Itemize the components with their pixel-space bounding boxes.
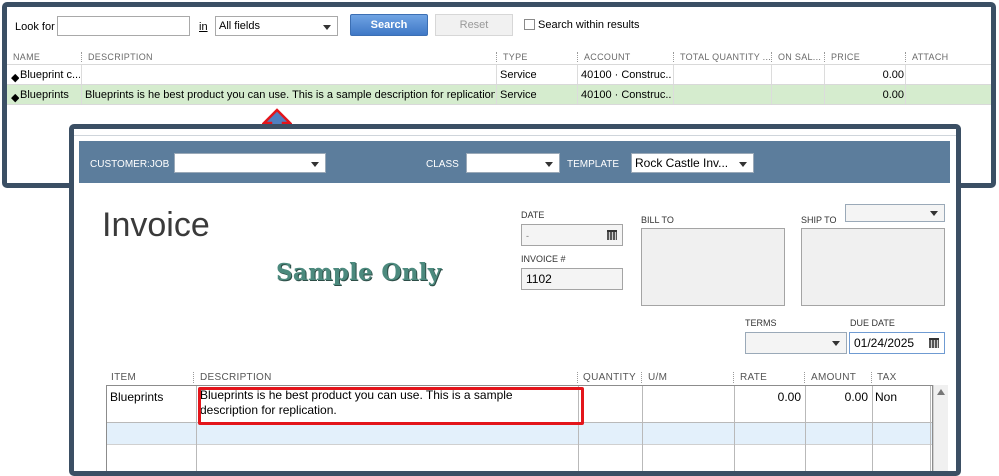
chevron-down-icon (323, 25, 331, 30)
item-list-header: NAME DESCRIPTION TYPE ACCOUNT TOTAL QUAN… (7, 50, 991, 65)
col-tax: TAX (877, 372, 897, 383)
row-account: 40100 · Construc... (581, 69, 671, 81)
line-tax[interactable]: Non (875, 390, 897, 404)
line-rate[interactable]: 0.00 (735, 390, 801, 404)
reset-button[interactable]: Reset (435, 14, 513, 36)
look-for-label: Look for (15, 21, 55, 33)
template-label: TEMPLATE (567, 159, 620, 170)
row-type: Service (500, 69, 537, 81)
col-description[interactable]: DESCRIPTION (88, 52, 153, 62)
chevron-down-icon (311, 162, 319, 167)
col-account[interactable]: ACCOUNT (584, 52, 631, 62)
list-item[interactable]: ◆ Blueprint c... Service 40100 · Constru… (7, 64, 991, 84)
invoice-number-field[interactable]: 1102 (521, 268, 623, 290)
in-label: in (199, 21, 208, 33)
calendar-icon[interactable] (607, 230, 617, 240)
col-type[interactable]: TYPE (503, 52, 528, 62)
search-within-checkbox[interactable] (524, 19, 535, 30)
col-total-quantity[interactable]: TOTAL QUANTITY ... (680, 52, 771, 62)
chevron-down-icon (832, 341, 840, 346)
due-date-field[interactable]: 01/24/2025 (849, 332, 945, 354)
line-item[interactable]: Blueprints (110, 390, 163, 404)
col-um: U/M (648, 372, 668, 383)
bullet-icon: ◆ (11, 92, 20, 104)
invoice-number-value: 1102 (526, 272, 552, 286)
col-rate: RATE (740, 372, 768, 383)
line-items-header: ITEM DESCRIPTION QUANTITY U/M RATE AMOUN… (106, 372, 933, 384)
row-price: 0.00 (882, 69, 904, 81)
grid-scrollbar[interactable] (933, 385, 948, 471)
search-within-label: Search within results (538, 19, 640, 31)
list-item-selected[interactable]: ◆ Blueprints Blueprints is he best produ… (7, 84, 991, 104)
row-price: 0.00 (882, 89, 904, 101)
table-row[interactable] (107, 423, 932, 445)
date-label: DATE (521, 210, 545, 220)
row-account: 40100 · Construc... (581, 89, 671, 101)
customer-job-select[interactable] (174, 153, 326, 173)
ship-to-select[interactable] (845, 204, 945, 222)
chevron-down-icon (930, 211, 938, 216)
scroll-up-icon[interactable] (937, 389, 945, 395)
customer-job-label: CUSTOMER:JOB (90, 159, 170, 170)
class-select[interactable] (466, 153, 560, 173)
field-select-value: All fields (219, 20, 260, 32)
description-highlight-box (198, 387, 584, 425)
due-date-value: 01/24/2025 (854, 336, 915, 350)
terms-select[interactable] (745, 332, 847, 354)
col-description: DESCRIPTION (200, 372, 272, 383)
bullet-icon: ◆ (11, 72, 20, 84)
date-field[interactable]: - (521, 224, 623, 246)
search-button[interactable]: Search (350, 14, 428, 36)
invoice-number-label: INVOICE # (521, 254, 566, 264)
table-row[interactable] (107, 445, 932, 471)
col-amount: AMOUNT (811, 372, 857, 383)
calendar-icon[interactable] (929, 338, 939, 348)
col-name[interactable]: NAME (13, 52, 40, 62)
bill-to-label: BILL TO (641, 215, 674, 225)
search-bar: Look for in All fields Search Reset Sear… (7, 7, 991, 47)
invoice-header-bar: CUSTOMER:JOB CLASS TEMPLATE Rock Castle … (79, 141, 950, 183)
col-on-sales[interactable]: ON SAL... (778, 52, 821, 62)
window-top-strip (74, 129, 956, 136)
ship-to-label: SHIP TO (801, 215, 837, 225)
chevron-down-icon (739, 162, 747, 167)
row-name: Blueprint c... (20, 69, 80, 81)
row-description: Blueprints is he best product you can us… (85, 89, 495, 101)
col-attach[interactable]: ATTACH (912, 52, 948, 62)
terms-label: TERMS (745, 318, 777, 328)
bill-to-field[interactable] (641, 228, 785, 306)
row-type: Service (500, 89, 537, 101)
line-amount[interactable]: 0.00 (806, 390, 868, 404)
invoice-window: CUSTOMER:JOB CLASS TEMPLATE Rock Castle … (69, 124, 961, 476)
col-quantity: QUANTITY (583, 372, 636, 383)
due-date-label: DUE DATE (850, 318, 895, 328)
col-price[interactable]: PRICE (831, 52, 860, 62)
invoice-title: Invoice (102, 206, 210, 244)
look-for-input[interactable] (57, 16, 190, 36)
date-value: - (526, 231, 529, 241)
template-select[interactable]: Rock Castle Inv... (631, 153, 754, 173)
field-select[interactable]: All fields (215, 16, 338, 36)
col-item: ITEM (111, 372, 137, 383)
sample-only-watermark: Sample Only (276, 259, 442, 286)
template-value: Rock Castle Inv... (635, 156, 729, 170)
ship-to-field[interactable] (801, 228, 945, 306)
chevron-down-icon (545, 162, 553, 167)
class-label: CLASS (426, 159, 459, 170)
row-name: Blueprints (20, 89, 69, 101)
